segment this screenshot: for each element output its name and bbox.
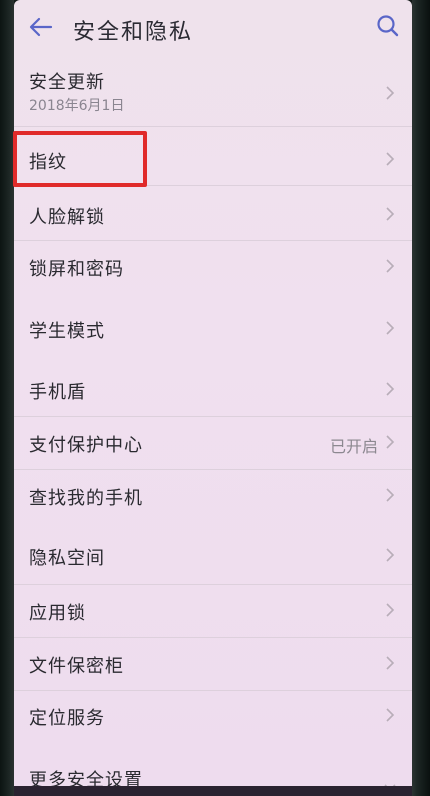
chevron-right-icon (386, 488, 395, 502)
list-item-label: 安全更新 (29, 72, 105, 93)
chevron-right-icon (386, 207, 395, 221)
list-item-subtitle: 2018年6月1日 (29, 98, 125, 114)
list-item-label: 手机盾 (29, 382, 86, 403)
status-value: 已开启 (329, 437, 378, 456)
chevron-right-icon (386, 548, 395, 562)
list-item-label: 定位服务 (29, 708, 105, 729)
app-bar: 安全和隐私 (14, 0, 412, 56)
chevron-right-icon (386, 152, 395, 166)
device-bezel-left (0, 0, 14, 796)
list-item-label: 人脸解锁 (29, 207, 105, 228)
chevron-right-icon (386, 382, 395, 396)
device-bezel-right (412, 0, 430, 796)
chevron-right-icon (386, 259, 395, 273)
divider (14, 126, 412, 127)
chevron-right-icon (386, 708, 395, 722)
list-item-lock-screen-password[interactable]: 锁屏和密码 (14, 241, 412, 295)
list-item-location-services[interactable]: 定位服务 (14, 691, 412, 743)
device-bottom-edge (14, 786, 412, 796)
chevron-right-icon (386, 603, 395, 617)
list-item-label: 应用锁 (29, 603, 86, 624)
list-item-label: 支付保护中心 (29, 435, 143, 456)
chevron-right-icon (386, 321, 395, 335)
chevron-right-icon (386, 435, 395, 449)
search-icon[interactable] (374, 12, 402, 40)
phone-screen: 安全和隐私 安全更新 2018年6月1日 指纹 人脸解锁 锁屏和密码 学生模式 (14, 0, 412, 796)
page-title: 安全和隐私 (73, 20, 194, 45)
list-item-security-update[interactable]: 安全更新 2018年6月1日 (14, 60, 412, 126)
chevron-right-icon (386, 86, 395, 100)
list-item-label: 锁屏和密码 (29, 259, 124, 280)
list-item-label: 学生模式 (29, 321, 105, 342)
chevron-right-icon (386, 656, 395, 670)
list-item-student-mode[interactable]: 学生模式 (14, 302, 412, 356)
list-item-phone-shield[interactable]: 手机盾 (14, 362, 412, 416)
back-arrow-icon[interactable] (28, 14, 54, 40)
list-item-file-safe[interactable]: 文件保密柜 (14, 638, 412, 690)
list-item-find-my-phone[interactable]: 查找我的手机 (14, 470, 412, 524)
list-item-payment-protection[interactable]: 支付保护中心 已开启 (14, 417, 412, 469)
list-item-app-lock[interactable]: 应用锁 (14, 585, 412, 637)
list-item-label: 查找我的手机 (29, 488, 143, 509)
list-item-face-unlock[interactable]: 人脸解锁 (14, 186, 412, 240)
list-item-private-space[interactable]: 隐私空间 (14, 530, 412, 584)
highlight-annotation-box (13, 131, 147, 187)
list-item-label: 隐私空间 (29, 548, 105, 569)
list-item-label: 文件保密柜 (29, 656, 124, 677)
